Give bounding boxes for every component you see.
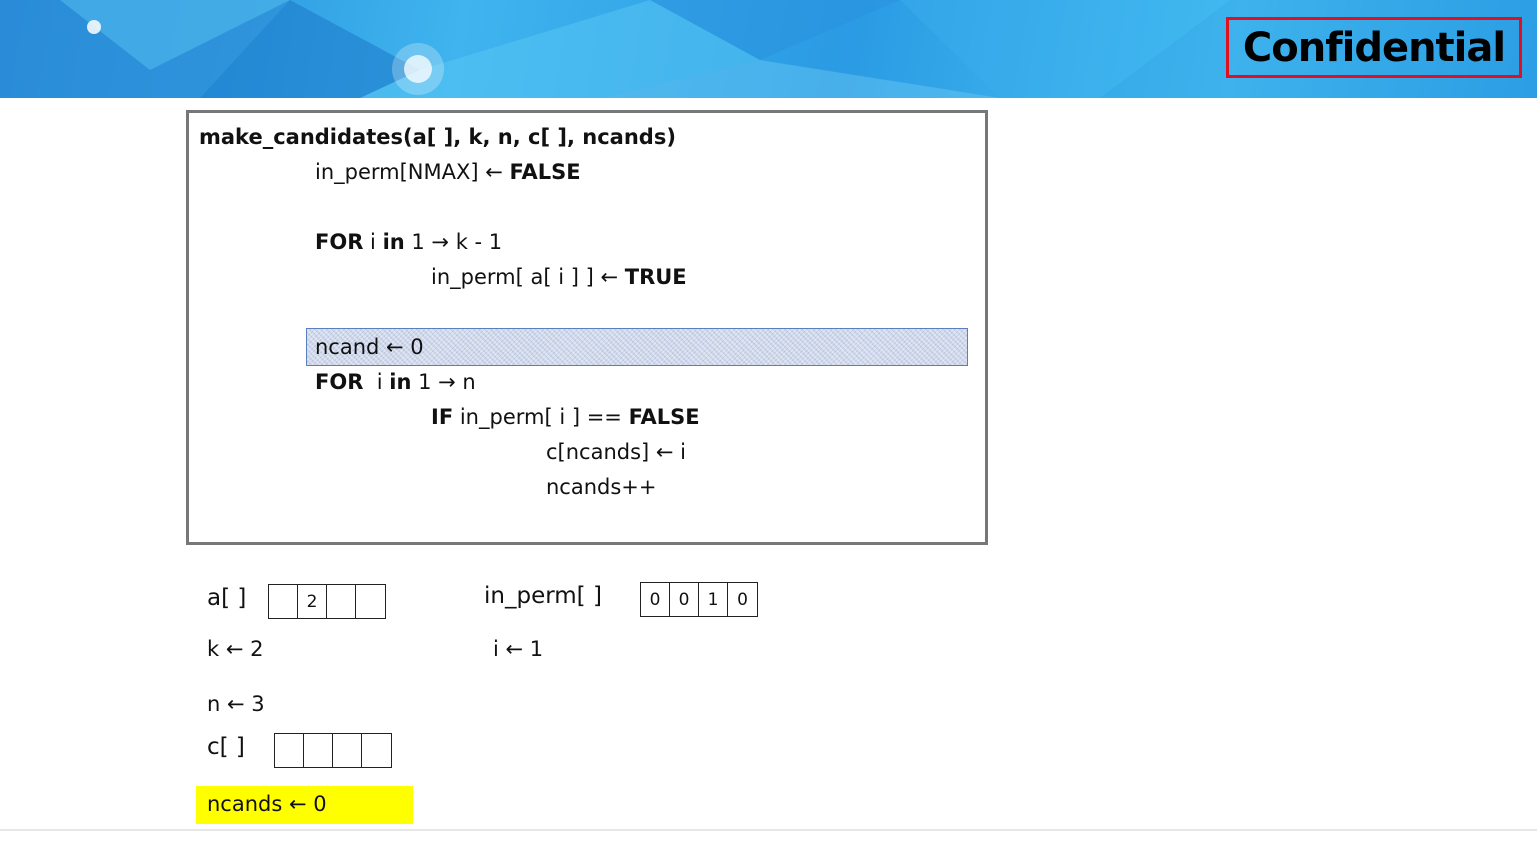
c-cell: [333, 734, 362, 767]
function-signature: make_candidates(a[ ], k, n, c[ ], ncands…: [199, 125, 676, 149]
code-line-ncand-init: ncand ← 0: [315, 335, 424, 359]
pseudocode-box: make_candidates(a[ ], k, n, c[ ], ncands…: [186, 110, 988, 545]
in-perm-cell: 1: [699, 583, 728, 616]
a-cell: [327, 585, 356, 618]
code-line-increment: ncands++: [546, 475, 657, 499]
c-array: [274, 733, 392, 768]
k-value: k ← 2: [207, 637, 264, 661]
a-array: 2: [268, 584, 386, 619]
in-perm-array: 0 0 1 0: [640, 582, 758, 617]
in-perm-label: in_perm[ ]: [484, 583, 602, 609]
c-array-label: c[ ]: [207, 734, 245, 760]
in-perm-cell: 0: [737, 589, 748, 610]
footer-divider: [0, 829, 1537, 831]
c-cell: [304, 734, 333, 767]
header-banner: Confidential: [0, 0, 1537, 98]
code-line-assign: c[ncands] ← i: [546, 440, 687, 464]
code-line-set-true: in_perm[ a[ i ] ] ← TRUE: [431, 265, 687, 289]
i-value: i ← 1: [493, 637, 544, 661]
confidential-badge: Confidential: [1226, 17, 1522, 78]
a-array-label: a[ ]: [207, 585, 247, 611]
in-perm-cell: 0: [670, 583, 699, 616]
in-perm-cell: 0: [641, 583, 670, 616]
code-line-if: IF in_perm[ i ] == FALSE: [431, 405, 700, 429]
code-line-for1: FOR i in 1 → k - 1: [315, 230, 503, 254]
c-cell: [275, 734, 304, 767]
a-cell: [269, 585, 298, 618]
a-cell: [356, 585, 385, 618]
code-line-for2: FOR i in 1 → n: [315, 370, 476, 394]
confidential-label: Confidential: [1242, 24, 1506, 71]
n-value: n ← 3: [207, 692, 265, 716]
c-cell: [362, 734, 391, 767]
ncands-value: ncands ← 0: [207, 792, 327, 816]
a-cell: 2: [298, 585, 327, 618]
code-line-init: in_perm[NMAX] ← FALSE: [315, 160, 581, 184]
